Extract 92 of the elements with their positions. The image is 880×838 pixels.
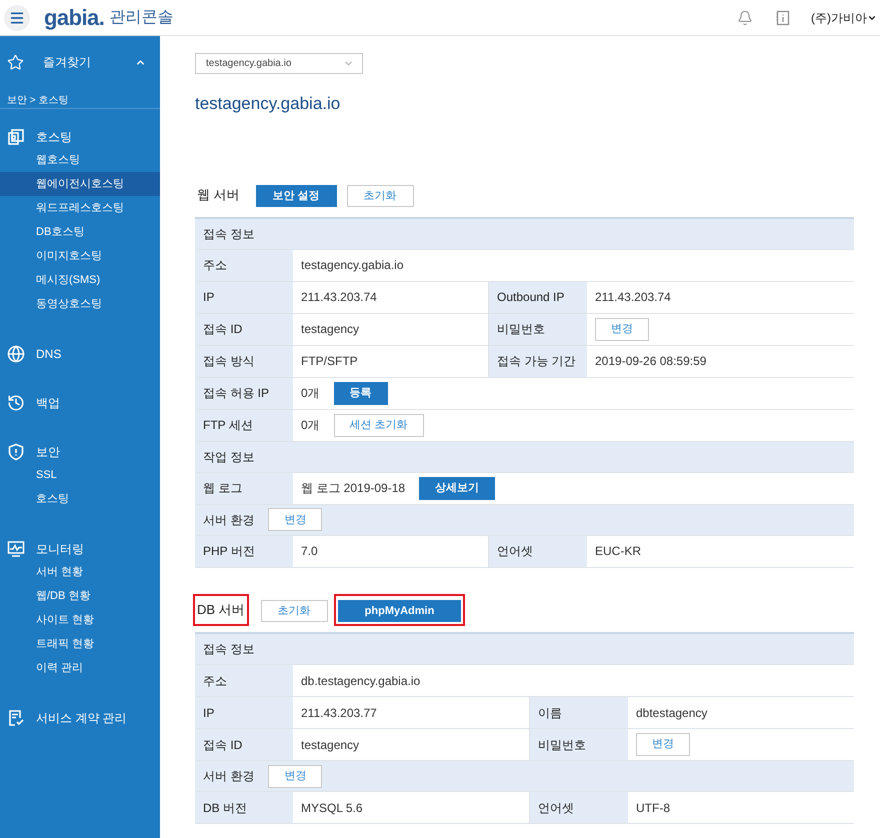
nav-group-title[interactable]: 보안	[36, 443, 60, 461]
nav-group-title[interactable]: 호스팅	[36, 128, 72, 146]
button[interactable]: 변경	[268, 508, 322, 532]
globe-icon	[7, 345, 25, 363]
section-heading: 서버 환경	[203, 768, 254, 785]
nav-item[interactable]: 웹호스팅	[0, 148, 160, 172]
label-cell: Outbound IP	[488, 282, 587, 313]
value-cell-text: testagency	[301, 321, 360, 338]
nav-item[interactable]: 웹에이전시호스팅	[0, 172, 160, 196]
value-cell-text: FTP/SFTP	[301, 353, 358, 370]
app-title: 관리콘솔	[109, 8, 174, 28]
nav-item[interactable]: 호스팅	[0, 487, 160, 511]
button[interactable]: 등록	[334, 382, 388, 405]
button[interactable]: 변경	[636, 733, 690, 756]
label-cell: 이름	[529, 697, 628, 728]
button[interactable]: 세션 초기화	[334, 414, 424, 437]
menu-icon	[9, 10, 25, 26]
nav-item[interactable]: 트래픽 현황	[0, 632, 160, 656]
label-cell: 비밀번호	[529, 729, 628, 760]
value-cell-text: 0개	[301, 417, 320, 434]
label-cell: 접속 방식	[195, 346, 293, 377]
section-title: 웹 서버	[196, 186, 241, 204]
section-title: DB 서버	[195, 596, 247, 624]
value-cell-text: 2019-09-26 08:59:59	[595, 353, 706, 370]
label-cell: 접속 허용 IP	[195, 378, 293, 409]
label-cell: 언어셋	[488, 536, 587, 567]
value-cell-text: testagency	[301, 736, 360, 754]
primary-button[interactable]: phpMyAdmin	[338, 600, 462, 622]
history-icon	[7, 394, 25, 412]
label-cell: 주소	[195, 665, 293, 696]
monitor-icon	[7, 540, 25, 558]
menu-button[interactable]	[4, 4, 30, 30]
value-cell-text: 211.43.203.74	[595, 289, 671, 306]
label-cell: DB 버전	[195, 792, 293, 823]
value-cell-text: 0개	[301, 385, 320, 402]
outline-button[interactable]: 초기화	[346, 184, 414, 207]
nav-group-title[interactable]: DNS	[36, 345, 62, 363]
nav-group-title[interactable]: 서비스 계약 관리	[36, 709, 127, 727]
button[interactable]: 변경	[595, 318, 649, 341]
value-cell-text: 211.43.203.74	[301, 289, 377, 306]
document-check-icon	[7, 709, 25, 727]
favorite-link[interactable]: 보안 > 호스팅	[7, 95, 68, 106]
nav-item[interactable]: 서버 현황	[0, 560, 160, 584]
logo[interactable]: gabia.	[44, 1, 104, 34]
nav-item[interactable]: 이력 관리	[0, 656, 160, 680]
section-heading: 접속 정보	[203, 641, 254, 658]
nav-item[interactable]: DB호스팅	[0, 220, 160, 244]
favorites-title[interactable]: 즐겨찾기	[43, 53, 135, 71]
value-cell-text: 웹 로그 2019-09-18	[301, 480, 406, 498]
value-cell-text: 7.0	[301, 543, 318, 560]
nav-group-title[interactable]: 모니터링	[36, 540, 84, 558]
label-cell: FTP 세션	[195, 410, 293, 441]
bell-icon[interactable]	[737, 10, 753, 26]
outline-button[interactable]: 초기화	[260, 600, 328, 622]
label-cell: IP	[195, 282, 293, 313]
button[interactable]: 변경	[268, 764, 322, 788]
account-menu[interactable]: (주)가비아	[811, 8, 877, 26]
label-cell: PHP 버전	[195, 536, 293, 567]
value-cell-text: db.testagency.gabia.io	[301, 672, 420, 690]
label-cell: 접속 ID	[195, 729, 293, 760]
shield-icon	[7, 443, 25, 461]
nav-item[interactable]: SSL	[0, 463, 160, 487]
nav-item[interactable]: 워드프레스호스팅	[0, 196, 160, 220]
label-cell: 언어셋	[529, 792, 628, 823]
info-icon[interactable]	[775, 10, 791, 26]
section-heading: 서버 환경	[203, 512, 254, 529]
nav-item[interactable]: 웹/DB 현황	[0, 584, 160, 608]
section-heading: 작업 정보	[203, 448, 254, 466]
value-cell-text: MYSQL 5.6	[301, 800, 363, 816]
button[interactable]: 상세보기	[419, 476, 496, 500]
domain-select[interactable]: testagency.gabia.io	[195, 53, 363, 74]
star-icon	[7, 54, 24, 70]
value-cell-text: dbtestagency	[636, 704, 708, 722]
label-cell: 주소	[195, 250, 293, 281]
label-cell: 접속 ID	[195, 314, 293, 345]
section-heading: 접속 정보	[203, 226, 254, 243]
nav-item[interactable]: 사이트 현황	[0, 608, 160, 632]
copy-icon	[7, 128, 25, 146]
value-cell-text: 211.43.203.77	[301, 704, 377, 722]
value-cell-text: UTF-8	[636, 800, 670, 816]
nav-item[interactable]: 동영상호스팅	[0, 292, 160, 316]
nav-item[interactable]: 이미지호스팅	[0, 244, 160, 268]
nav-item[interactable]: 메시징(SMS)	[0, 268, 160, 292]
label-cell: 웹 로그	[195, 472, 293, 504]
value-cell-text: testagency.gabia.io	[301, 257, 404, 274]
label-cell: 접속 가능 기간	[488, 346, 587, 377]
label-cell: 비밀번호	[488, 314, 587, 345]
primary-button[interactable]: 보안 설정	[256, 184, 337, 207]
value-cell-text: EUC-KR	[595, 543, 642, 560]
label-cell: IP	[195, 697, 293, 728]
nav-group-title[interactable]: 백업	[36, 394, 60, 412]
page-title: testagency.gabia.io	[195, 93, 342, 115]
